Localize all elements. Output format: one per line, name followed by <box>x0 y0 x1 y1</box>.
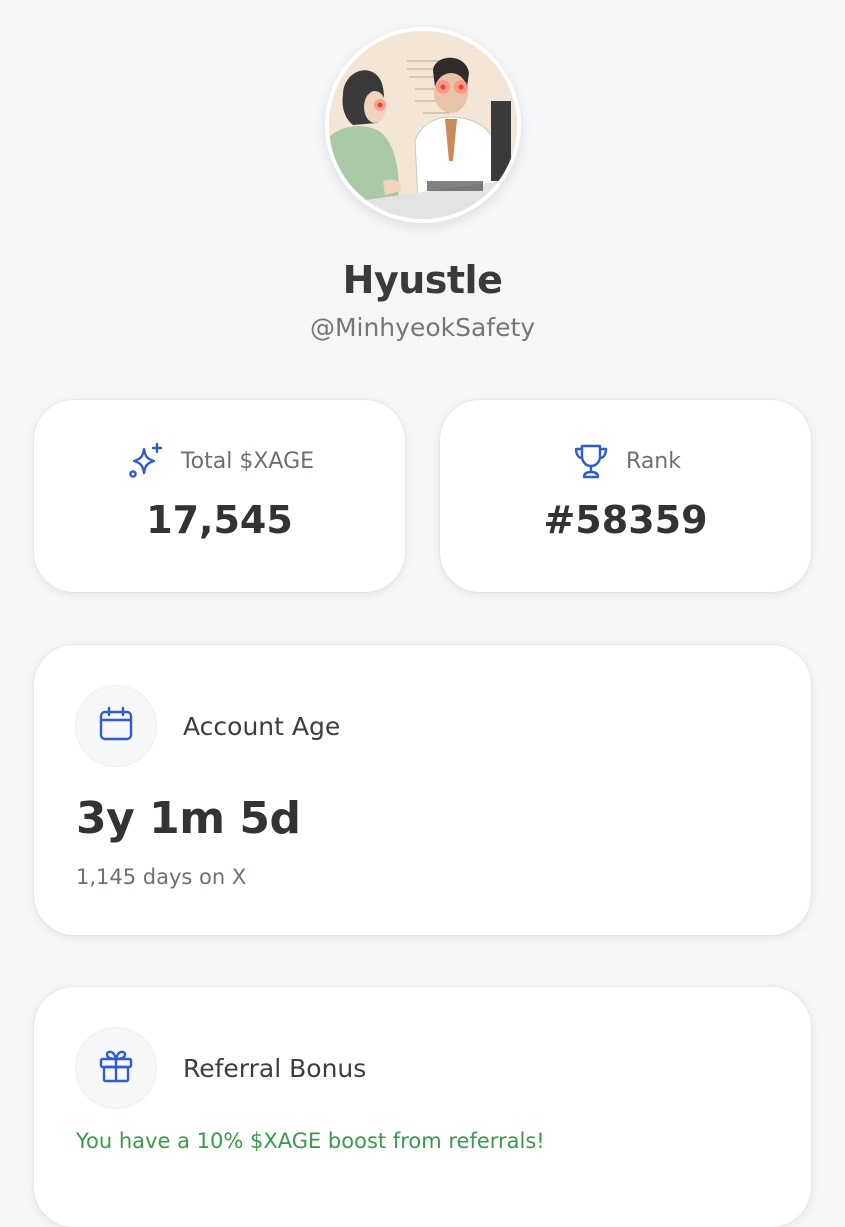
referral-bonus-card: Referral Bonus You have a 10% $XAGE boos… <box>34 987 811 1227</box>
avatar-image <box>329 31 517 219</box>
rank-label: Rank <box>626 448 681 474</box>
referral-bonus-title: Referral Bonus <box>183 1054 367 1083</box>
account-age-value: 3y 1m 5d <box>76 793 301 844</box>
account-age-title: Account Age <box>183 712 341 741</box>
user-handle: @MinhyeokSafety <box>309 313 536 342</box>
sparkles-icon <box>125 440 167 482</box>
calendar-icon <box>97 705 135 747</box>
account-age-icon-badge <box>76 686 156 766</box>
display-name: Hyustle <box>342 258 503 302</box>
rank-header: Rank <box>440 440 811 482</box>
total-xage-value: 17,545 <box>146 498 293 542</box>
account-age-days: 1,145 days on X <box>76 865 247 889</box>
referral-icon-badge <box>76 1028 156 1108</box>
total-xage-card: Total $XAGE 17,545 <box>34 400 405 592</box>
gift-icon <box>97 1047 135 1089</box>
account-age-card: Account Age 3y 1m 5d 1,145 days on X <box>34 645 811 935</box>
avatar[interactable] <box>325 27 521 223</box>
rank-value: #58359 <box>543 498 708 542</box>
referral-bonus-text: You have a 10% $XAGE boost from referral… <box>76 1129 545 1153</box>
trophy-icon <box>570 440 612 482</box>
total-xage-label: Total $XAGE <box>180 448 315 474</box>
rank-card: Rank #58359 <box>440 400 811 592</box>
total-xage-header: Total $XAGE <box>34 440 405 482</box>
